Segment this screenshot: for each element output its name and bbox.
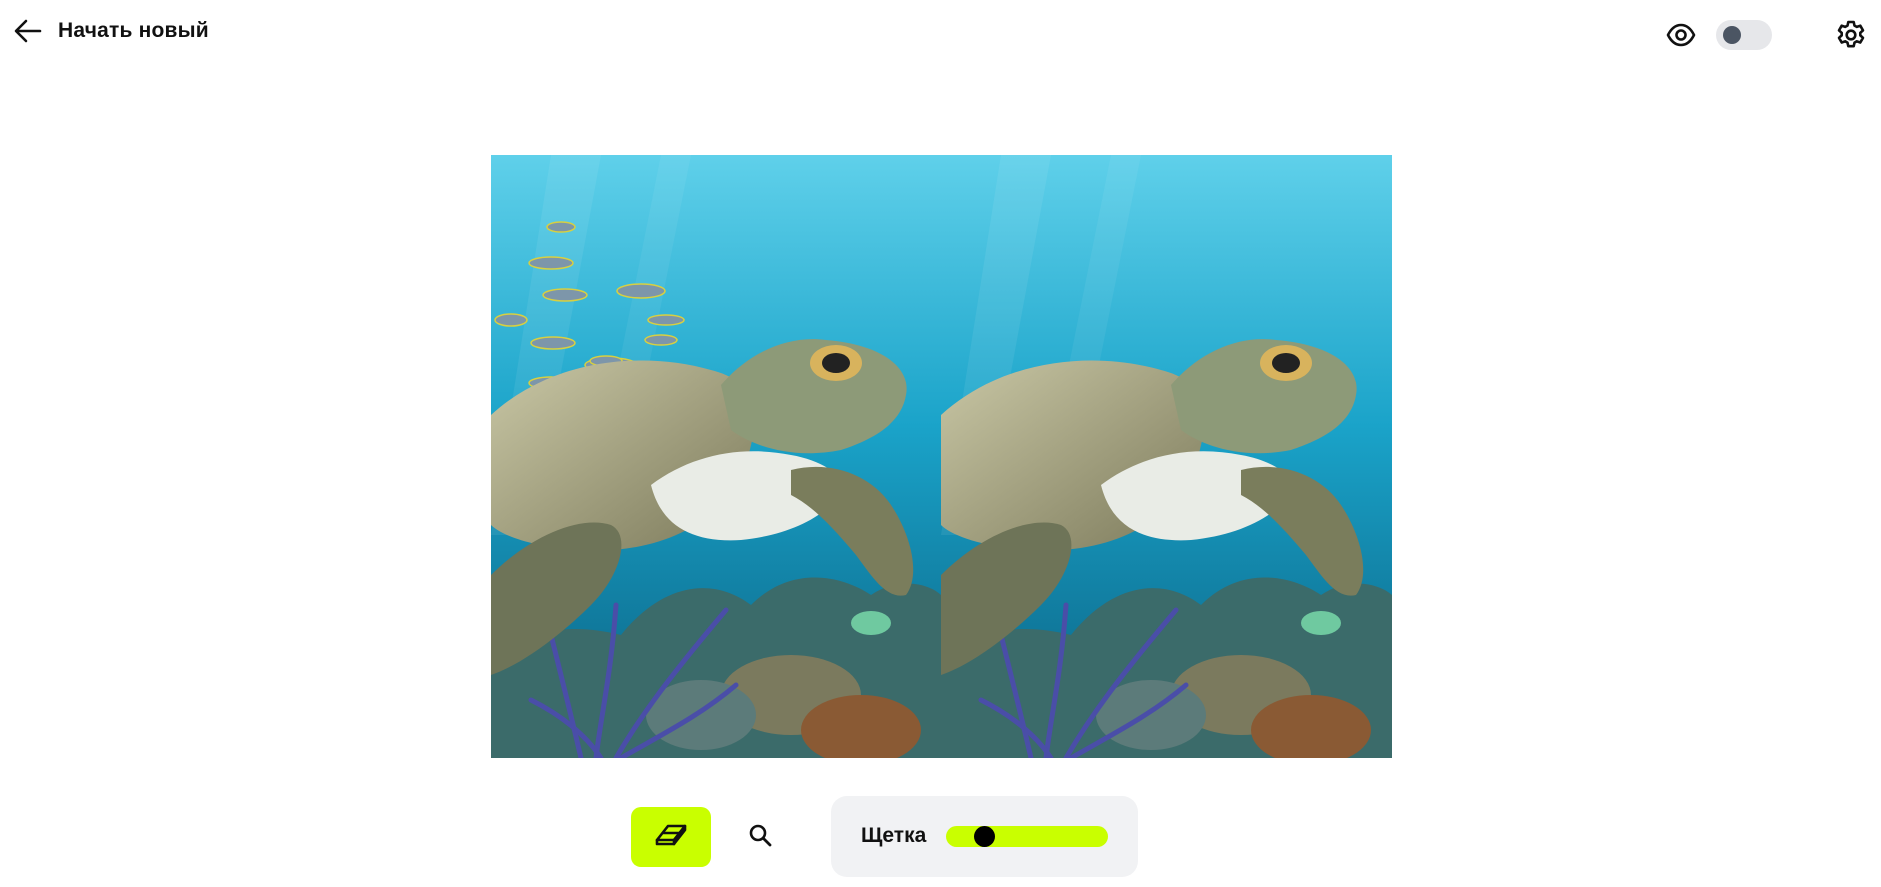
compare-toggle[interactable]	[1716, 20, 1772, 50]
brush-size-slider[interactable]	[946, 826, 1108, 847]
toggle-knob	[1723, 26, 1741, 44]
eye-icon	[1666, 23, 1696, 54]
app: Начать новый Щетка	[0, 0, 1881, 887]
arrow-left-icon	[14, 18, 42, 44]
back-label: Начать новый	[58, 19, 209, 42]
header: Начать новый	[0, 0, 1881, 70]
gear-icon	[1835, 20, 1867, 55]
brush-size-slider-thumb[interactable]	[974, 826, 996, 847]
result-image[interactable]	[941, 155, 1392, 758]
image-comparison	[491, 155, 1392, 758]
eraser-icon	[654, 822, 688, 853]
eraser-tool-button[interactable]	[631, 807, 711, 867]
settings-button[interactable]	[1835, 19, 1867, 51]
search-icon	[748, 823, 772, 852]
zoom-tool-button[interactable]	[743, 820, 777, 854]
brush-label: Щетка	[861, 824, 927, 847]
brush-size-panel: Щетка	[831, 796, 1138, 877]
original-image[interactable]	[491, 155, 941, 758]
preview-button[interactable]	[1666, 20, 1696, 50]
back-button[interactable]: Начать новый	[14, 18, 209, 44]
